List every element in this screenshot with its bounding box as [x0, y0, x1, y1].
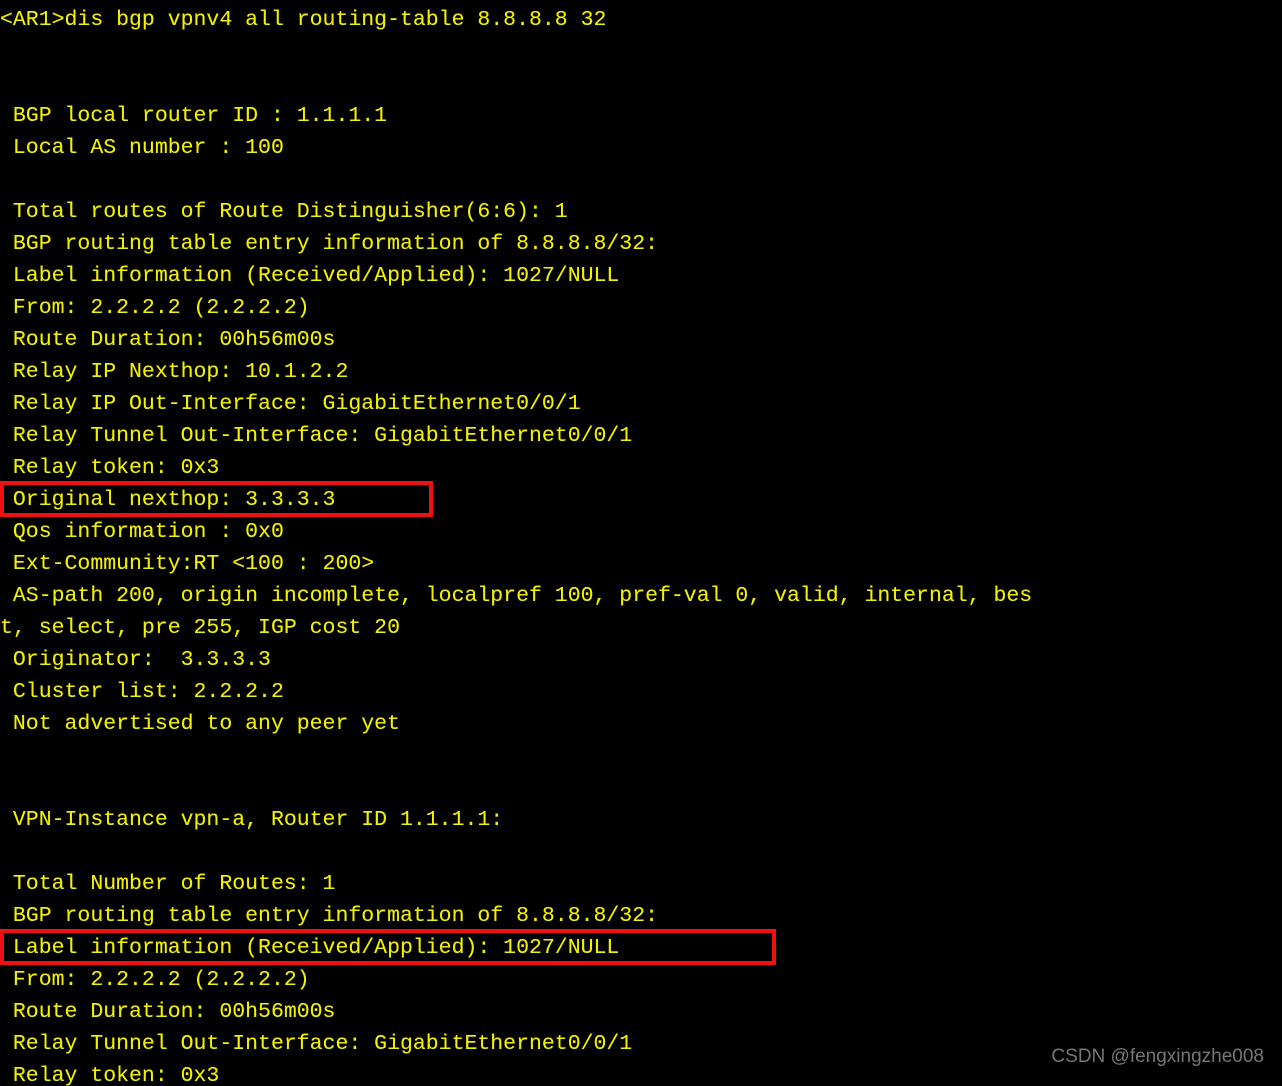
terminal-line: Qos information : 0x0 — [0, 520, 284, 544]
terminal-line: Ext-Community:RT <100 : 200> — [0, 552, 375, 576]
terminal-line: Relay IP Nexthop: 10.1.2.2 — [0, 360, 349, 384]
terminal-line: Route Duration: 00h56m00s — [0, 328, 336, 352]
terminal-line: VPN-Instance vpn-a, Router ID 1.1.1.1: — [0, 808, 504, 832]
terminal-line: Total routes of Route Distinguisher(6:6)… — [0, 200, 568, 224]
terminal-line: Not advertised to any peer yet — [0, 712, 400, 736]
terminal-line: Label information (Received/Applied): 10… — [0, 264, 620, 288]
terminal-line: Label information (Received/Applied): 10… — [0, 936, 620, 960]
terminal-line: Local AS number : 100 — [0, 136, 284, 160]
terminal-line: Relay Tunnel Out-Interface: GigabitEther… — [0, 1032, 633, 1056]
terminal-line: Route Duration: 00h56m00s — [0, 1000, 336, 1024]
terminal-line: Originator: 3.3.3.3 — [0, 648, 271, 672]
terminal-line: Cluster list: 2.2.2.2 — [0, 680, 284, 704]
terminal-line: From: 2.2.2.2 (2.2.2.2) — [0, 296, 310, 320]
terminal-output-pane[interactable]: <AR1>dis bgp vpnv4 all routing-table 8.8… — [0, 0, 1282, 1086]
terminal-line: Relay IP Out-Interface: GigabitEthernet0… — [0, 392, 581, 416]
terminal-line: AS-path 200, origin incomplete, localpre… — [0, 584, 1033, 608]
terminal-line: t, select, pre 255, IGP cost 20 — [0, 616, 400, 640]
terminal-line: Original nexthop: 3.3.3.3 — [0, 488, 336, 512]
terminal-line: BGP routing table entry information of 8… — [0, 232, 659, 256]
terminal-line: Relay token: 0x3 — [0, 456, 220, 480]
terminal-line: Relay token: 0x3 — [0, 1064, 220, 1086]
watermark-text: CSDN @fengxingzhe008 — [1051, 1046, 1264, 1067]
terminal-line: BGP routing table entry information of 8… — [0, 904, 659, 928]
terminal-line: From: 2.2.2.2 (2.2.2.2) — [0, 968, 310, 992]
terminal-line: Total Number of Routes: 1 — [0, 872, 336, 896]
terminal-line: Relay Tunnel Out-Interface: GigabitEther… — [0, 424, 633, 448]
terminal-line: BGP local router ID : 1.1.1.1 — [0, 104, 388, 128]
terminal-line: <AR1>dis bgp vpnv4 all routing-table 8.8… — [0, 8, 607, 32]
